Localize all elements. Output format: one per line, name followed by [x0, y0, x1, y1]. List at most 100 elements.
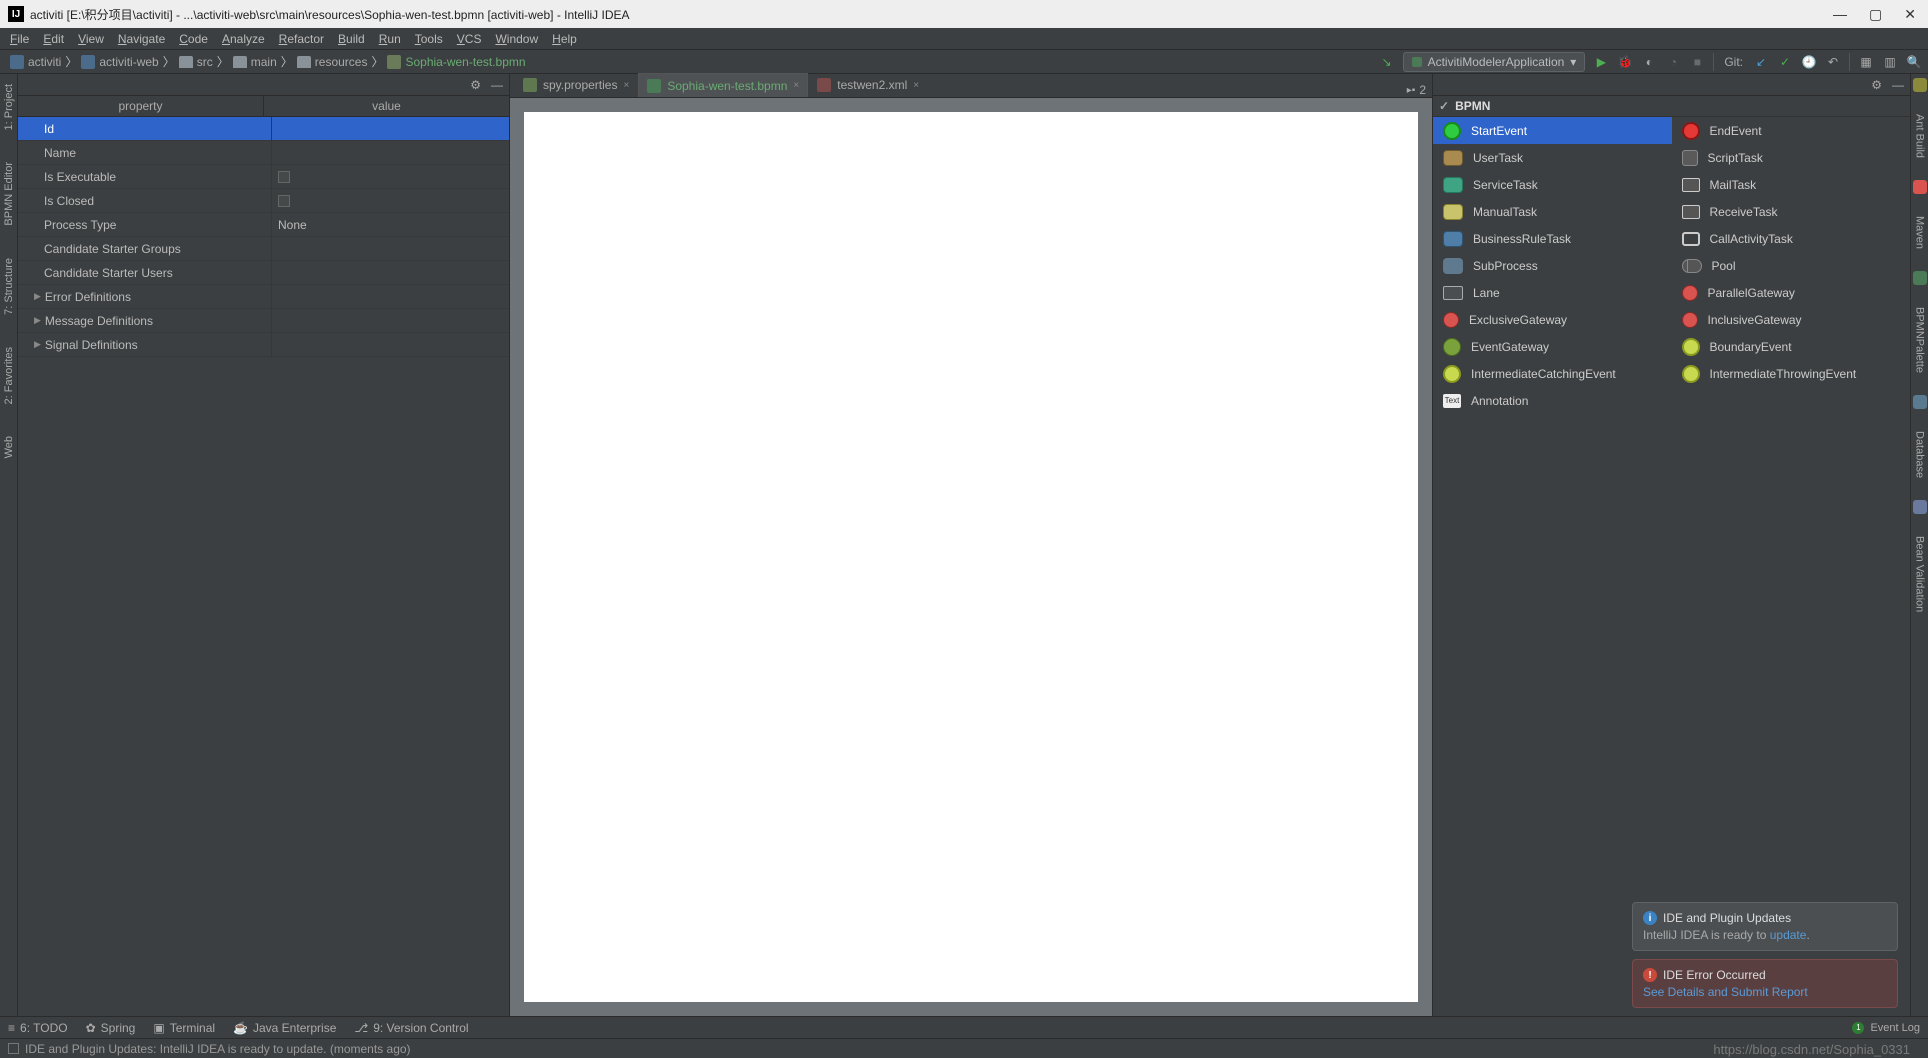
menu-file[interactable]: File	[4, 30, 35, 48]
property-row-is-executable[interactable]: Is Executable	[18, 165, 509, 189]
error-details-link[interactable]: See Details and Submit Report	[1643, 985, 1808, 999]
minimize-panel-button[interactable]: —	[491, 78, 503, 92]
palette-item-manualtask[interactable]: ManualTask	[1433, 198, 1672, 225]
search-everywhere-button[interactable]: 🔍	[1906, 54, 1922, 70]
close-button[interactable]: ✕	[1904, 6, 1916, 23]
palette-item-servicetask[interactable]: ServiceTask	[1433, 171, 1672, 198]
palette-item-endevent[interactable]: EndEvent	[1672, 117, 1911, 144]
gear-icon[interactable]: ⚙	[470, 78, 481, 92]
property-row-candidate-starter-groups[interactable]: Candidate Starter Groups	[18, 237, 509, 261]
menu-window[interactable]: Window	[489, 30, 544, 48]
palette-item-startevent[interactable]: StartEvent	[1433, 117, 1672, 144]
property-row-signal-definitions[interactable]: ▶Signal Definitions	[18, 333, 509, 357]
right-tab-bpmnpalette[interactable]: BPMNPalette	[1912, 301, 1928, 379]
breadcrumb-src[interactable]: src	[175, 55, 217, 69]
menu-vcs[interactable]: VCS	[451, 30, 488, 48]
expand-arrow-icon[interactable]: ▶	[34, 339, 41, 350]
tab-close-button[interactable]: ×	[913, 80, 919, 91]
gear-icon[interactable]: ⚙	[1871, 78, 1882, 92]
maximize-button[interactable]: ▢	[1869, 6, 1882, 23]
palette-item-businessruletask[interactable]: BusinessRuleTask	[1433, 225, 1672, 252]
split-indicator-icon[interactable]: ▸▪	[1407, 85, 1416, 96]
palette-item-boundaryevent[interactable]: BoundaryEvent	[1672, 333, 1911, 360]
checkbox[interactable]	[278, 171, 290, 183]
palette-item-exclusivegateway[interactable]: ExclusiveGateway	[1433, 306, 1672, 333]
property-row-error-definitions[interactable]: ▶Error Definitions	[18, 285, 509, 309]
tab-close-button[interactable]: ×	[793, 80, 799, 91]
minimize-panel-button[interactable]: —	[1892, 78, 1904, 92]
expand-arrow-icon[interactable]: ▶	[34, 291, 41, 302]
stop-button[interactable]: ■	[1689, 54, 1705, 70]
debug-button[interactable]: 🐞	[1617, 54, 1633, 70]
breadcrumb-resources[interactable]: resources	[293, 55, 372, 69]
git-commit-button[interactable]: ✓	[1777, 54, 1793, 70]
checkbox[interactable]	[278, 195, 290, 207]
left-tab-7-structure[interactable]: 7: Structure	[1, 252, 17, 321]
bottom-tab-9-version-control[interactable]: ⎇9: Version Control	[354, 1021, 468, 1035]
palette-item-intermediatethrowingevent[interactable]: IntermediateThrowingEvent	[1672, 360, 1911, 387]
menu-refactor[interactable]: Refactor	[273, 30, 330, 48]
run-button[interactable]: ▶	[1593, 54, 1609, 70]
menu-build[interactable]: Build	[332, 30, 371, 48]
property-row-id[interactable]: Id	[18, 117, 509, 141]
palette-item-pool[interactable]: Pool	[1672, 252, 1911, 279]
palette-item-mailtask[interactable]: MailTask	[1672, 171, 1911, 198]
layout-button-2[interactable]: ▥	[1882, 54, 1898, 70]
tab-testwen2-xml[interactable]: testwen2.xml×	[808, 73, 928, 97]
bottom-tab-terminal[interactable]: ▣Terminal	[153, 1021, 215, 1035]
palette-item-usertask[interactable]: UserTask	[1433, 144, 1672, 171]
right-tab-maven[interactable]: Maven	[1912, 210, 1928, 255]
palette-item-annotation[interactable]: TextAnnotation	[1433, 387, 1672, 414]
right-tab-database[interactable]: Database	[1912, 425, 1928, 484]
palette-item-parallelgateway[interactable]: ParallelGateway	[1672, 279, 1911, 306]
statusbar-toggle-icon[interactable]	[8, 1043, 19, 1054]
breadcrumb-activiti-web[interactable]: activiti-web	[77, 55, 162, 69]
minimize-button[interactable]: —	[1833, 6, 1847, 23]
bottom-tab-6-todo[interactable]: ≡6: TODO	[8, 1021, 68, 1035]
palette-item-lane[interactable]: Lane	[1433, 279, 1672, 306]
palette-section-header[interactable]: ✓ BPMN	[1433, 96, 1910, 117]
menu-help[interactable]: Help	[546, 30, 583, 48]
menu-code[interactable]: Code	[173, 30, 214, 48]
git-update-button[interactable]: ↙	[1753, 54, 1769, 70]
menu-run[interactable]: Run	[373, 30, 407, 48]
left-tab-2-favorites[interactable]: 2: Favorites	[1, 341, 17, 410]
menu-view[interactable]: View	[72, 30, 110, 48]
palette-item-receivetask[interactable]: ReceiveTask	[1672, 198, 1911, 225]
coverage-button[interactable]: ◐	[1641, 54, 1657, 70]
menu-edit[interactable]: Edit	[37, 30, 70, 48]
expand-arrow-icon[interactable]: ▶	[34, 315, 41, 326]
update-link[interactable]: update	[1770, 928, 1807, 942]
bpmn-canvas[interactable]	[524, 112, 1418, 1002]
right-tab-bean-validation[interactable]: Bean Validation	[1912, 530, 1928, 618]
event-log-button[interactable]: Event Log	[1870, 1022, 1920, 1034]
bottom-tab-java-enterprise[interactable]: ☕Java Enterprise	[233, 1021, 336, 1035]
breadcrumb-sophia-wen-test-bpmn[interactable]: Sophia-wen-test.bpmn	[383, 55, 529, 69]
bottom-tab-spring[interactable]: ✿Spring	[86, 1021, 136, 1035]
right-tab-ant-build[interactable]: Ant Build	[1912, 108, 1928, 164]
palette-item-inclusivegateway[interactable]: InclusiveGateway	[1672, 306, 1911, 333]
property-row-candidate-starter-users[interactable]: Candidate Starter Users	[18, 261, 509, 285]
left-tab-bpmn-editor[interactable]: BPMN Editor	[1, 156, 17, 232]
left-tab-web[interactable]: Web	[1, 430, 17, 464]
palette-item-intermediatecatchingevent[interactable]: IntermediateCatchingEvent	[1433, 360, 1672, 387]
property-row-message-definitions[interactable]: ▶Message Definitions	[18, 309, 509, 333]
property-row-is-closed[interactable]: Is Closed	[18, 189, 509, 213]
tab-close-button[interactable]: ×	[623, 80, 629, 91]
git-revert-button[interactable]: ↶	[1825, 54, 1841, 70]
layout-button-1[interactable]: ▦	[1858, 54, 1874, 70]
palette-item-callactivitytask[interactable]: CallActivityTask	[1672, 225, 1911, 252]
run-config-dropdown[interactable]: ActivitiModelerApplication ▾	[1403, 52, 1586, 72]
tab-spy-properties[interactable]: spy.properties×	[514, 73, 638, 97]
tab-sophia-wen-test-bpmn[interactable]: Sophia-wen-test.bpmn×	[638, 73, 808, 97]
menu-analyze[interactable]: Analyze	[216, 30, 271, 48]
build-icon[interactable]: ↘	[1379, 54, 1395, 70]
notification-error[interactable]: !IDE Error Occurred See Details and Subm…	[1632, 959, 1898, 1008]
menu-navigate[interactable]: Navigate	[112, 30, 171, 48]
palette-item-subprocess[interactable]: SubProcess	[1433, 252, 1672, 279]
menu-tools[interactable]: Tools	[409, 30, 449, 48]
property-row-process-type[interactable]: Process TypeNone	[18, 213, 509, 237]
property-row-name[interactable]: Name	[18, 141, 509, 165]
profile-button[interactable]: ◔	[1665, 54, 1681, 70]
left-tab-1-project[interactable]: 1: Project	[1, 78, 17, 136]
